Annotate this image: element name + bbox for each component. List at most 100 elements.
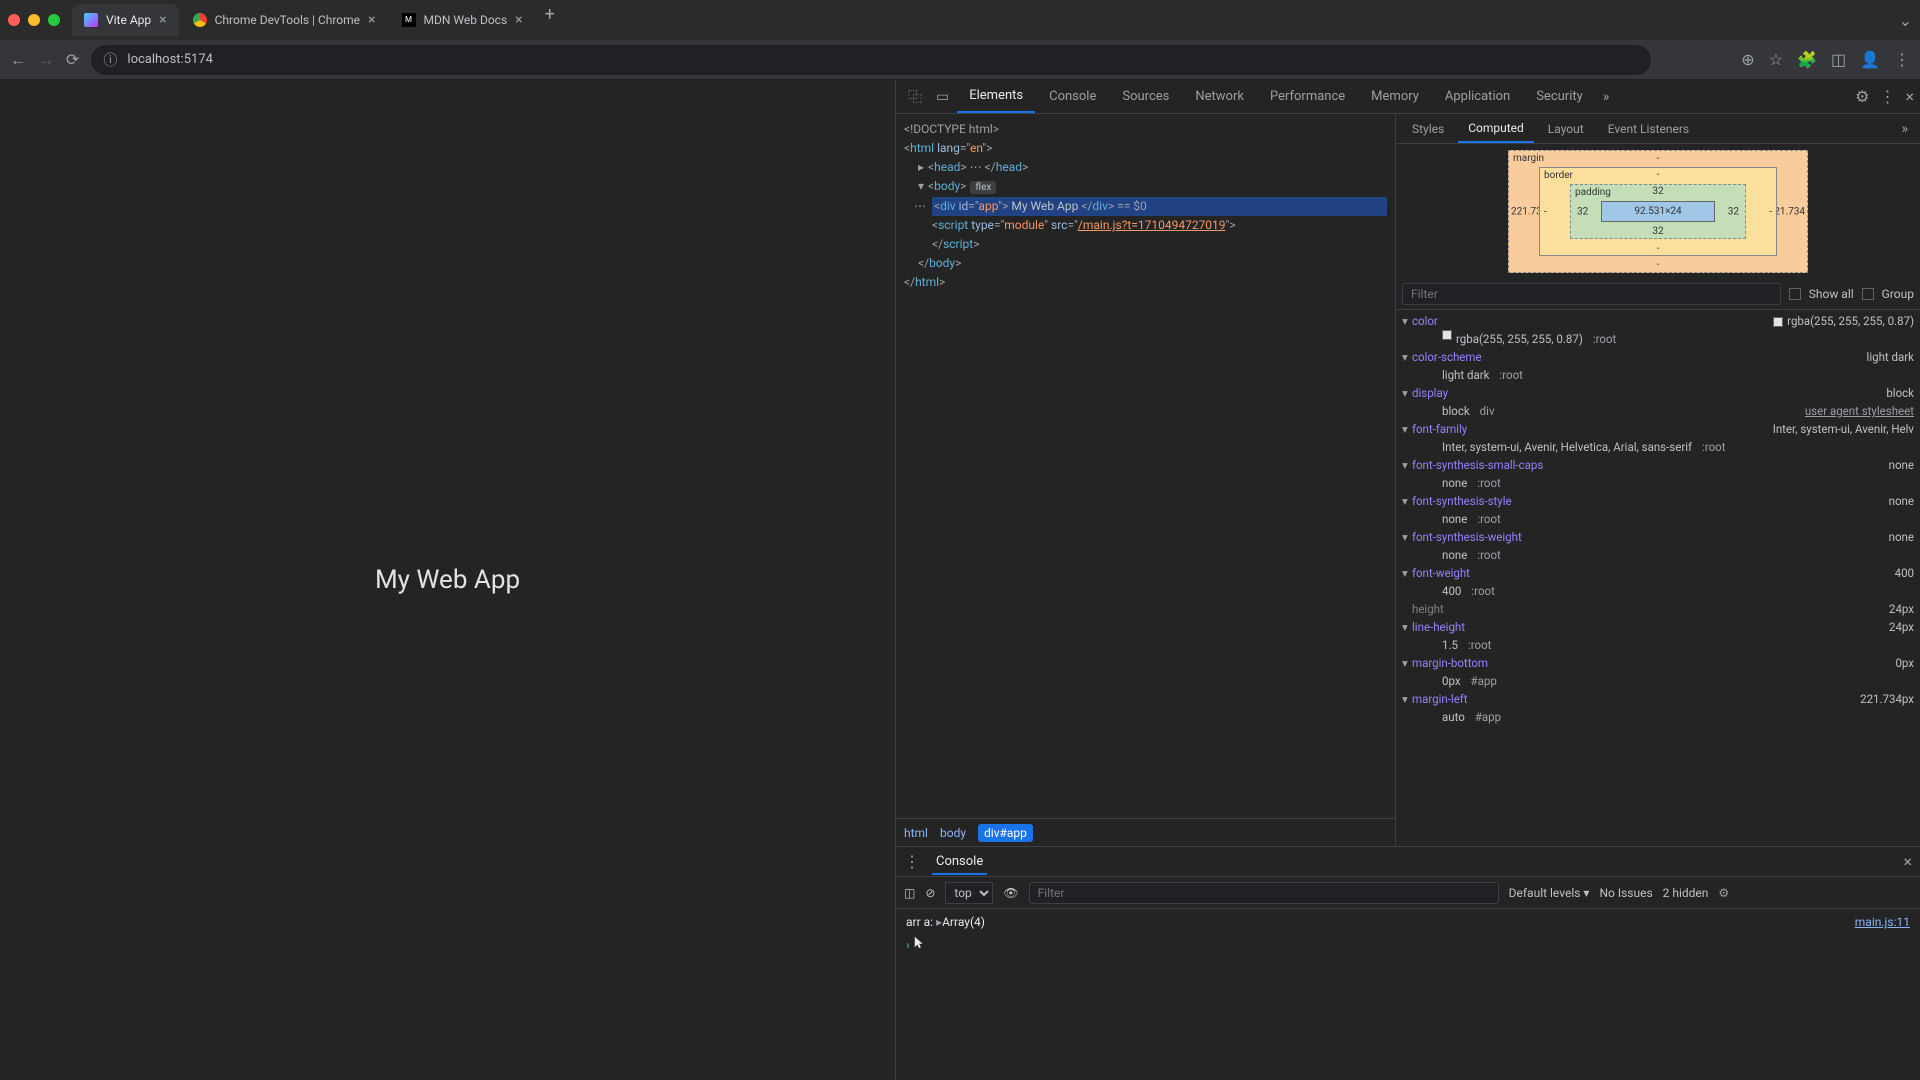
tab-title: MDN Web Docs xyxy=(424,13,508,27)
sidebar-toggle-icon[interactable]: ◫ xyxy=(904,886,915,900)
device-toolbar-icon[interactable]: ▭ xyxy=(930,89,955,105)
settings-icon[interactable]: ⚙ xyxy=(1718,886,1729,900)
more-tabs-icon[interactable]: » xyxy=(1597,89,1616,105)
tab-vite-app[interactable]: Vite App × xyxy=(72,4,179,36)
forward-button[interactable]: → xyxy=(38,50,54,70)
tab-console[interactable]: Console xyxy=(1037,80,1108,113)
close-tab-icon[interactable]: × xyxy=(368,12,375,28)
selected-dom-node[interactable]: <div id="app"> My Web App </div> == $0 xyxy=(932,197,1387,216)
computed-property-source[interactable]: rgba(255, 255, 255, 0.87):root</span> xyxy=(1402,330,1914,348)
tab-layout[interactable]: Layout xyxy=(1538,114,1594,143)
computed-property-row[interactable]: ▾font-synthesis-weightnone xyxy=(1402,528,1914,546)
maximize-window-icon[interactable] xyxy=(48,14,60,26)
tab-event-listeners[interactable]: Event Listeners xyxy=(1598,114,1699,143)
browser-tab-strip: Vite App × Chrome DevTools | Chrome × M … xyxy=(0,0,1920,40)
log-levels-dropdown[interactable]: Default levels ▾ xyxy=(1509,886,1590,900)
computed-property-source[interactable]: light dark:root</span> xyxy=(1402,366,1914,384)
tab-application[interactable]: Application xyxy=(1433,80,1522,113)
crumb-html[interactable]: html xyxy=(904,826,928,840)
issues-indicator[interactable]: No Issues xyxy=(1599,886,1652,900)
computed-property-row[interactable]: ▾displayblock xyxy=(1402,384,1914,402)
close-drawer-icon[interactable]: × xyxy=(1903,852,1912,871)
search-icon[interactable]: ⊕ xyxy=(1741,50,1754,69)
live-expression-icon[interactable]: 👁 xyxy=(1003,886,1018,900)
close-tab-icon[interactable]: × xyxy=(159,12,166,28)
crumb-body[interactable]: body xyxy=(940,826,966,840)
computed-property-source[interactable]: none:root</span> xyxy=(1402,510,1914,528)
address-bar[interactable]: ⓘ localhost:5174 xyxy=(91,45,1651,75)
computed-property-source[interactable]: 0px#app</span> xyxy=(1402,672,1914,690)
computed-property-row[interactable]: ▾line-height24px xyxy=(1402,618,1914,636)
bookmark-icon[interactable]: ☆ xyxy=(1769,50,1783,69)
kebab-menu-icon[interactable]: ⋮ xyxy=(1894,50,1910,69)
console-drawer-tab[interactable]: Console xyxy=(932,849,987,875)
computed-property-row[interactable]: ▾font-weight400 xyxy=(1402,564,1914,582)
tab-elements[interactable]: Elements xyxy=(957,80,1035,113)
tab-title: Vite App xyxy=(106,13,151,27)
computed-property-row[interactable]: ▾font-synthesis-small-capsnone xyxy=(1402,456,1914,474)
reload-button[interactable]: ⟳ xyxy=(66,50,79,69)
computed-property-source[interactable]: none:root</span> xyxy=(1402,474,1914,492)
console-drawer: ⋮ Console × ◫ ⊘ top 👁 Default levels ▾ N… xyxy=(896,846,1920,1080)
computed-property-row[interactable]: ▾color-schemelight dark xyxy=(1402,348,1914,366)
close-tab-icon[interactable]: × xyxy=(515,12,522,28)
dom-tree[interactable]: <!DOCTYPE html> <html lang="en"> ▸<head>… xyxy=(896,114,1395,818)
context-selector[interactable]: top xyxy=(945,882,993,904)
computed-property-source[interactable]: 1.5:root</span> xyxy=(1402,636,1914,654)
computed-property-source[interactable]: none:root</span> xyxy=(1402,546,1914,564)
inspect-element-icon[interactable]: ⿻ xyxy=(902,87,928,107)
console-prompt[interactable]: › xyxy=(906,935,1910,952)
tab-styles[interactable]: Styles xyxy=(1402,114,1454,143)
url-text: localhost:5174 xyxy=(127,52,213,67)
side-panel-icon[interactable]: ◫ xyxy=(1831,50,1846,69)
back-button[interactable]: ← xyxy=(10,50,26,70)
flex-badge[interactable]: flex xyxy=(970,181,996,194)
computed-property-row[interactable]: ▾margin-left221.734px xyxy=(1402,690,1914,708)
kebab-menu-icon[interactable]: ⋮ xyxy=(1879,87,1895,106)
console-log-line[interactable]: arr a: ▸ Array(4) main.js:11 xyxy=(906,915,1910,929)
tab-memory[interactable]: Memory xyxy=(1359,80,1431,113)
computed-property-row[interactable]: height24px xyxy=(1402,600,1914,618)
ellipsis-icon[interactable]: ⋯ xyxy=(914,197,926,216)
computed-property-row[interactable]: ▾margin-bottom0px xyxy=(1402,654,1914,672)
profile-icon[interactable]: 👤 xyxy=(1860,50,1880,69)
tab-mdn[interactable]: M MDN Web Docs × xyxy=(390,4,535,36)
computed-property-row[interactable]: ▾font-familyInter, system-ui, Avenir, He… xyxy=(1402,420,1914,438)
breadcrumb: html body div#app xyxy=(896,818,1395,846)
computed-property-row[interactable]: ▾font-synthesis-stylenone xyxy=(1402,492,1914,510)
close-window-icon[interactable] xyxy=(8,14,20,26)
clear-console-icon[interactable]: ⊘ xyxy=(925,886,935,900)
computed-property-source[interactable]: Inter, system-ui, Avenir, Helvetica, Ari… xyxy=(1402,438,1914,456)
tab-security[interactable]: Security xyxy=(1524,80,1595,113)
computed-properties-list[interactable]: ▾colorrgba(255, 255, 255, 0.87)rgba(255,… xyxy=(1396,310,1920,846)
close-devtools-icon[interactable]: × xyxy=(1905,87,1914,106)
site-info-icon[interactable]: ⓘ xyxy=(103,50,117,70)
tab-chrome-devtools[interactable]: Chrome DevTools | Chrome × xyxy=(181,4,388,36)
show-all-checkbox[interactable] xyxy=(1789,288,1801,300)
computed-property-source[interactable]: auto#app</span> xyxy=(1402,708,1914,726)
chevron-down-icon[interactable]: ⌄ xyxy=(1899,11,1912,30)
computed-property-row[interactable]: ▾colorrgba(255, 255, 255, 0.87) xyxy=(1402,312,1914,330)
crumb-div-app[interactable]: div#app xyxy=(978,824,1033,842)
mdn-favicon-icon: M xyxy=(402,13,416,27)
extensions-icon[interactable]: 🧩 xyxy=(1797,50,1817,69)
tab-computed[interactable]: Computed xyxy=(1458,114,1534,143)
page-viewport: My Web App xyxy=(0,80,895,1080)
tab-sources[interactable]: Sources xyxy=(1110,80,1181,113)
console-filter-input[interactable] xyxy=(1029,882,1499,904)
devtools-panel: ⿻ ▭ Elements Console Sources Network Per… xyxy=(895,80,1920,1080)
computed-property-source[interactable]: 400:root</span> xyxy=(1402,582,1914,600)
log-source-link[interactable]: main.js:11 xyxy=(1855,915,1910,929)
new-tab-button[interactable]: + xyxy=(537,4,563,36)
kebab-menu-icon[interactable]: ⋮ xyxy=(904,852,920,871)
hidden-count[interactable]: 2 hidden xyxy=(1663,886,1709,900)
more-tabs-icon[interactable]: » xyxy=(1895,121,1914,137)
minimize-window-icon[interactable] xyxy=(28,14,40,26)
computed-property-source[interactable]: blockdivuser agent stylesheet xyxy=(1402,402,1914,420)
tab-network[interactable]: Network xyxy=(1183,80,1256,113)
group-checkbox[interactable] xyxy=(1862,288,1874,300)
computed-filter-input[interactable] xyxy=(1402,283,1781,305)
tab-performance[interactable]: Performance xyxy=(1258,80,1357,113)
settings-icon[interactable]: ⚙ xyxy=(1855,87,1869,106)
vite-favicon-icon xyxy=(84,13,98,27)
